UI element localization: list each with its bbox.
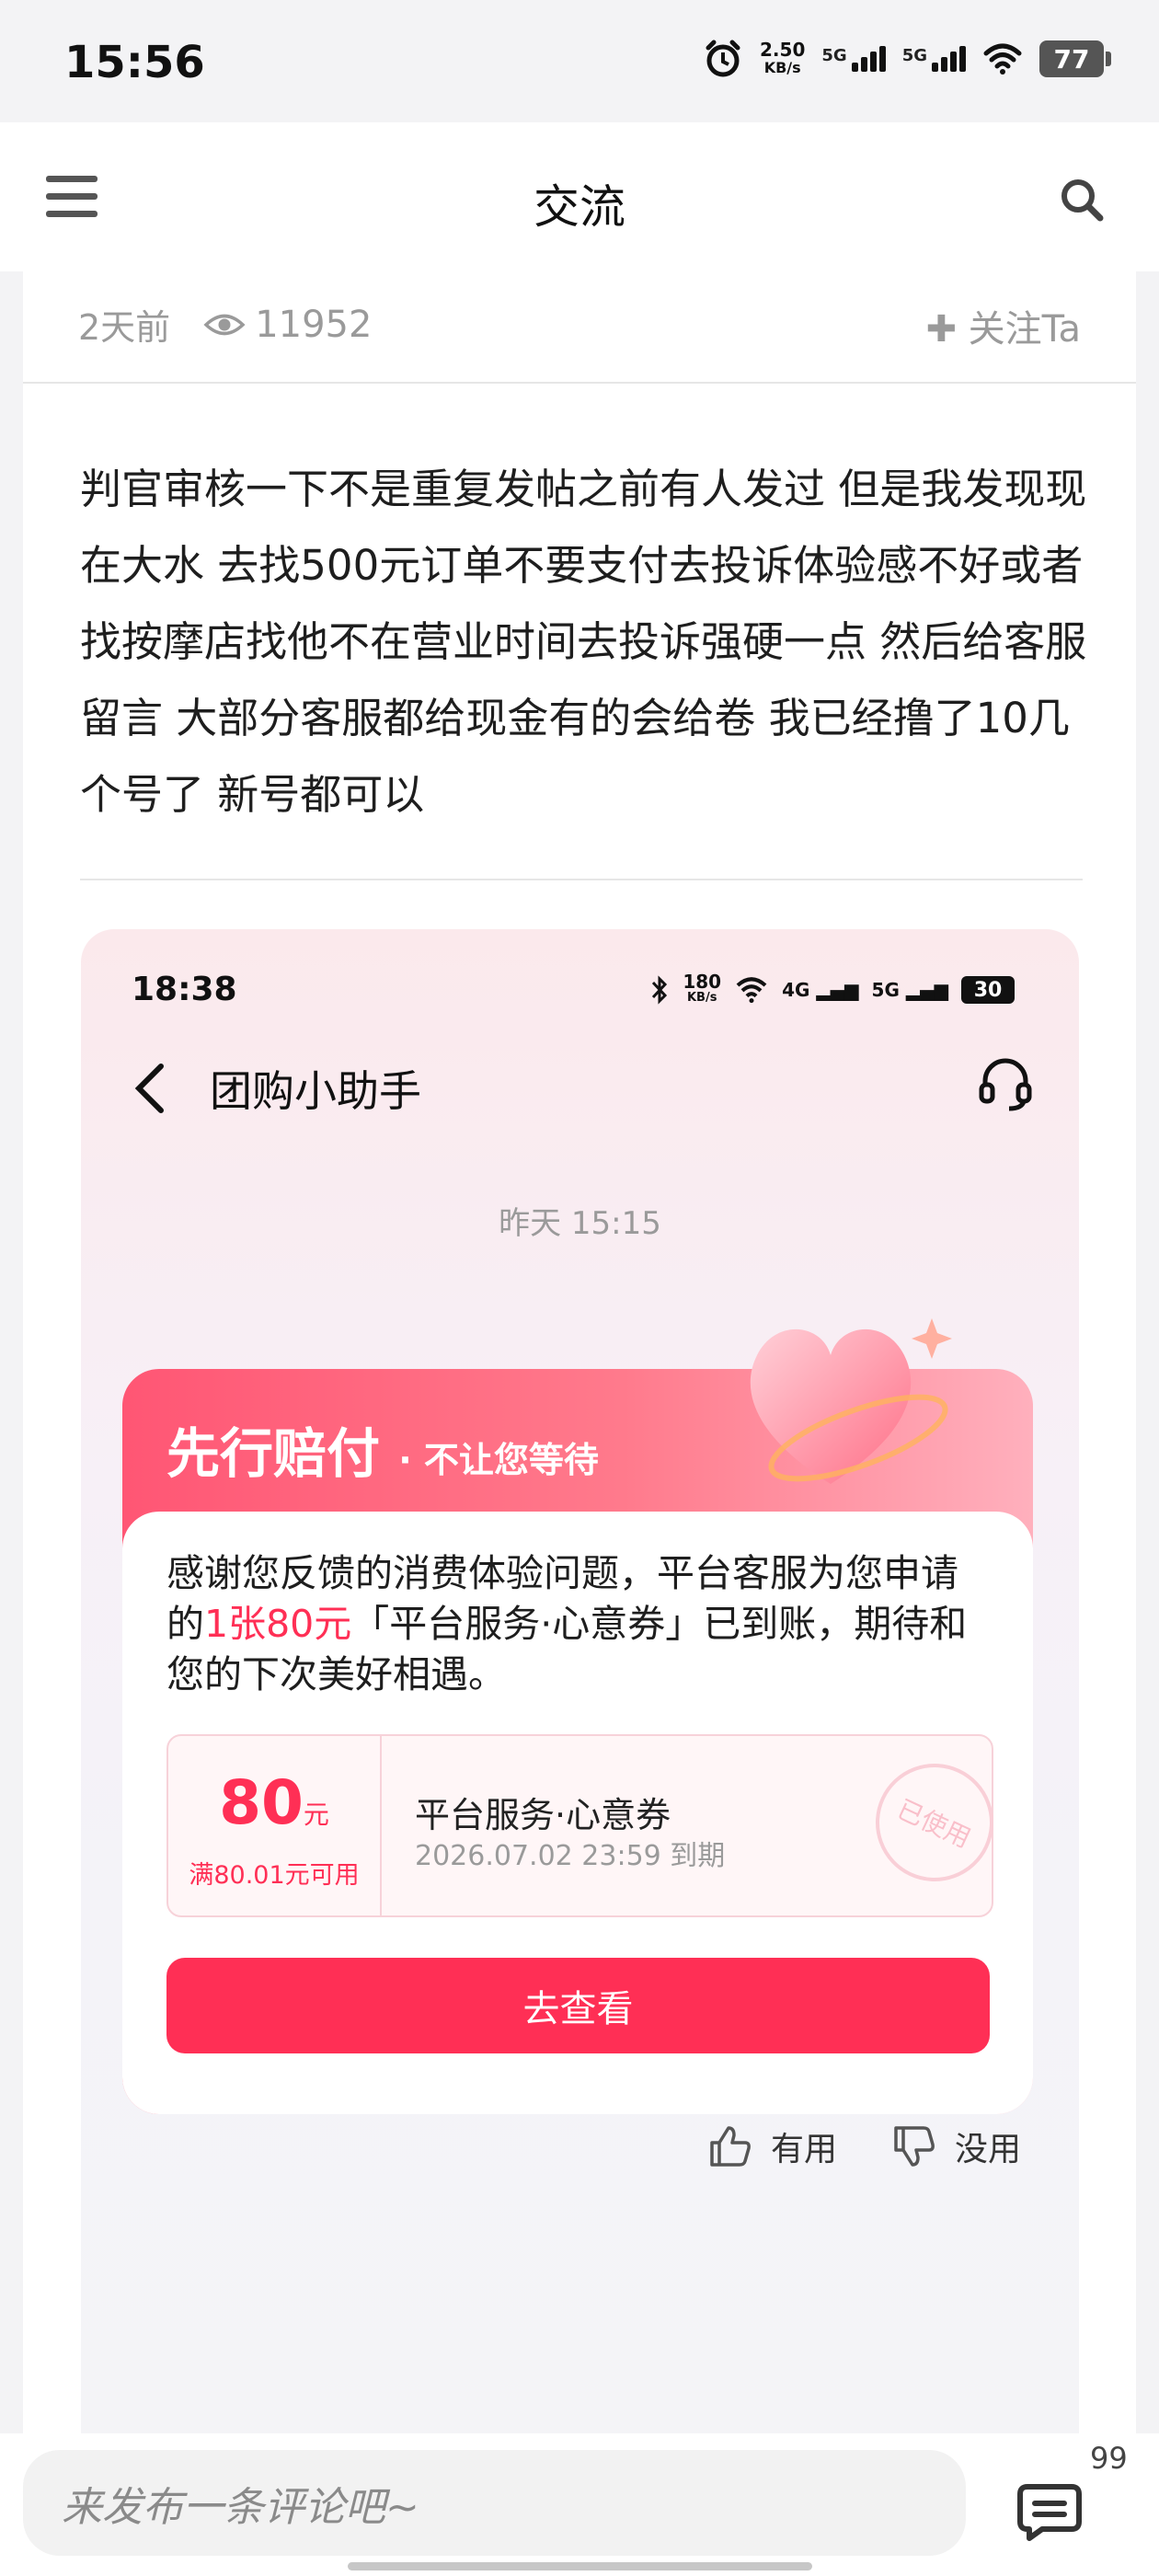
plus-icon: ✚ (925, 308, 957, 351)
search-icon[interactable] (1058, 176, 1106, 224)
divider (80, 879, 1083, 880)
heart-icon (750, 1318, 952, 1484)
message-timestamp: 昨天 15:15 (499, 1205, 661, 1242)
signal-icon-1: 5G (821, 46, 886, 72)
divider (23, 382, 1136, 384)
compensation-card: 先行赔付 · 不让您等待 感谢您反馈的消费体验问题，平台客服为您申请的1张80元… (122, 1318, 1033, 2114)
home-indicator[interactable] (348, 2562, 812, 2570)
used-stamp: 已使用 (855, 1743, 1014, 1902)
wifi-icon (736, 977, 767, 1004)
thumbs-down-icon (894, 2126, 935, 2167)
eye-icon (203, 314, 246, 335)
status-icons: 2.50 KB/s 5G 5G 77 (703, 39, 1111, 79)
coupon: 80元 满80.01元可用 平台服务·心意券 2026.07.02 23:59 … (166, 1734, 1014, 1917)
message-text: 感谢您反馈的消费体验问题，平台客服为您申请的1张80元「平台服务·心意券」已到账… (166, 1551, 968, 1696)
banner-title: 先行赔付 · 不让您等待 (166, 1422, 599, 1485)
status-bar: 15:56 2.50 KB/s 5G 5G 77 (0, 0, 1159, 122)
bluetooth-icon (652, 975, 668, 1005)
coupon-expiry: 2026.07.02 23:59 到期 (415, 1840, 726, 1872)
post-card: 2天前 11952 ✚ 关注Ta 判官审核一下不是重复发帖之前有人发过 但是我发… (23, 271, 1136, 2433)
image-status-icons: 180 KB/s 4G ▂▄▆ 5G ▂▄▆ 30 (649, 971, 1015, 1006)
comment-input[interactable]: 来发布一条评论吧~ (23, 2450, 966, 2556)
headset-icon (979, 1058, 1032, 1111)
coupon-name: 平台服务·心意券 (415, 1795, 671, 1835)
signal-icon-2: 5G (902, 46, 966, 72)
useless-feedback: 没用 (890, 2122, 1021, 2170)
comment-icon[interactable] (1015, 2481, 1084, 2542)
post-body: 判官审核一下不是重复发帖之前有人发过 但是我发现现在大水 去找500元订单不要支… (80, 465, 1087, 819)
coupon-amount: 80 (219, 1767, 304, 1838)
wifi-icon (983, 43, 1022, 75)
view-button: 去查看 (166, 1958, 990, 2053)
post-image[interactable]: 18:38 180 KB/s 4G ▂▄▆ 5G ▂▄▆ 30 团购小助手 昨天… (81, 929, 1079, 2433)
status-time: 15:56 (64, 37, 205, 88)
back-icon (134, 1064, 164, 1113)
battery-icon: 30 (961, 976, 1015, 1004)
page-title: 交流 (534, 180, 625, 234)
thumbs-up-icon (710, 2126, 751, 2167)
view-count: 11952 (203, 304, 372, 346)
alarm-icon (706, 40, 740, 77)
chat-title: 团购小助手 (210, 1066, 421, 1116)
battery-icon: 77 (1039, 40, 1111, 77)
comment-bar: 来发布一条评论吧~ 99 (0, 2433, 1159, 2576)
signal-icon: 4G ▂▄▆ (782, 979, 859, 1001)
app-header: 交流 (0, 122, 1159, 271)
useful-feedback: 有用 (706, 2122, 837, 2170)
image-network-speed: 180 KB/s (683, 971, 722, 1005)
post-time: 2天前 (78, 307, 171, 348)
comment-count: 99 (1090, 2441, 1128, 2476)
message-body: 感谢您反馈的消费体验问题，平台客服为您申请的1张80元「平台服务·心意券」已到账… (122, 1512, 1033, 2114)
coupon-value: 80元 满80.01元可用 (168, 1736, 382, 1915)
follow-button[interactable]: ✚ 关注Ta (925, 299, 1081, 352)
coupon-condition: 满80.01元可用 (189, 1861, 360, 1890)
network-speed: 2.50 KB/s (760, 39, 806, 76)
post-meta: 2天前 11952 (78, 299, 372, 350)
image-status-time: 18:38 (132, 971, 237, 1008)
signal-icon: 5G ▂▄▆ (871, 979, 948, 1001)
